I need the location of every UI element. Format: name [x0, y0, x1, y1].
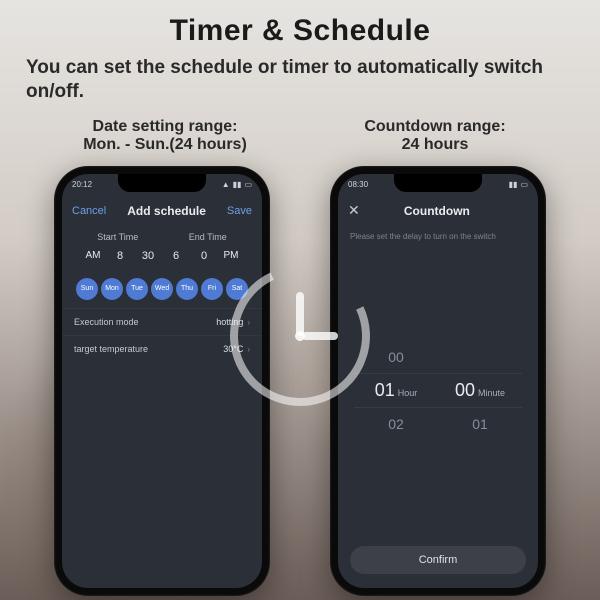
start-time-label: Start Time: [97, 232, 138, 242]
picker-start-min[interactable]: 30: [136, 250, 160, 262]
picker-end-hour[interactable]: 6: [164, 250, 188, 262]
target-temperature-label: target temperature: [74, 344, 148, 354]
left-caption-line2: Mon. - Sun.(24 hours): [36, 136, 294, 154]
close-button[interactable]: ✕: [348, 202, 360, 219]
picker-pm[interactable]: PM: [220, 250, 242, 261]
execution-mode-label: Execution mode: [74, 317, 139, 327]
countdown-picker[interactable]: 00 01Hour 00Minute 02 01: [338, 245, 538, 536]
confirm-button[interactable]: Confirm: [350, 546, 526, 574]
day-selector: Sun Mon Tue Wed Thu Fri Sat: [62, 268, 262, 308]
screen-title: Add schedule: [127, 204, 206, 218]
screen-title: Countdown: [404, 204, 470, 218]
cd-hour-below[interactable]: 02: [388, 416, 404, 432]
cancel-button[interactable]: Cancel: [72, 205, 106, 217]
end-time-label: End Time: [189, 232, 227, 242]
picker-end-min[interactable]: 0: [192, 250, 216, 262]
battery-icon: ▭: [520, 180, 528, 189]
right-caption-line1: Countdown range:: [306, 118, 564, 136]
day-thu[interactable]: Thu: [176, 278, 198, 300]
phone-countdown: 08:30 ▮▮ ▭ ✕ Countdown Please set the de…: [330, 166, 546, 596]
right-caption-line2: 24 hours: [306, 136, 564, 154]
status-time: 20:12: [72, 180, 92, 189]
day-wed[interactable]: Wed: [151, 278, 173, 300]
left-caption-line1: Date setting range:: [36, 118, 294, 136]
signal-icon: ▮▮: [233, 180, 242, 189]
countdown-hint: Please set the delay to turn on the swit…: [338, 226, 538, 245]
cd-hour-above[interactable]: 00: [388, 349, 404, 365]
phone-notch: [394, 174, 482, 192]
topbar: ✕ Countdown: [338, 196, 538, 226]
right-caption: Countdown range: 24 hours: [300, 116, 570, 162]
day-sun[interactable]: Sun: [76, 278, 98, 300]
cd-hour-unit: Hour: [398, 388, 418, 398]
time-picker[interactable]: AM 8 30 6 0 PM: [62, 244, 262, 268]
left-caption: Date setting range: Mon. - Sun.(24 hours…: [30, 116, 300, 162]
cd-hour[interactable]: 01: [375, 380, 395, 401]
topbar: Cancel Add schedule Save: [62, 196, 262, 226]
time-labels: Start Time End Time: [62, 226, 262, 244]
day-tue[interactable]: Tue: [126, 278, 148, 300]
day-mon[interactable]: Mon: [101, 278, 123, 300]
screen-countdown: 08:30 ▮▮ ▭ ✕ Countdown Please set the de…: [338, 174, 538, 588]
day-fri[interactable]: Fri: [201, 278, 223, 300]
signal-icon: ▮▮: [509, 180, 518, 189]
page-subtitle: You can set the schedule or timer to aut…: [0, 52, 600, 116]
page-title: Timer & Schedule: [0, 0, 600, 52]
cd-minute-unit: Minute: [478, 388, 505, 398]
wifi-icon: ▲: [222, 180, 230, 189]
cd-minute-below[interactable]: 01: [472, 416, 488, 432]
phone-notch: [118, 174, 206, 192]
save-button[interactable]: Save: [227, 205, 252, 217]
picker-start-hour[interactable]: 8: [108, 250, 132, 262]
cd-minute[interactable]: 00: [455, 380, 475, 401]
screen-schedule: 20:12 ▲ ▮▮ ▭ Cancel Add schedule Save St…: [62, 174, 262, 588]
picker-am[interactable]: AM: [82, 250, 104, 261]
battery-icon: ▭: [244, 180, 252, 189]
status-time: 08:30: [348, 180, 368, 189]
